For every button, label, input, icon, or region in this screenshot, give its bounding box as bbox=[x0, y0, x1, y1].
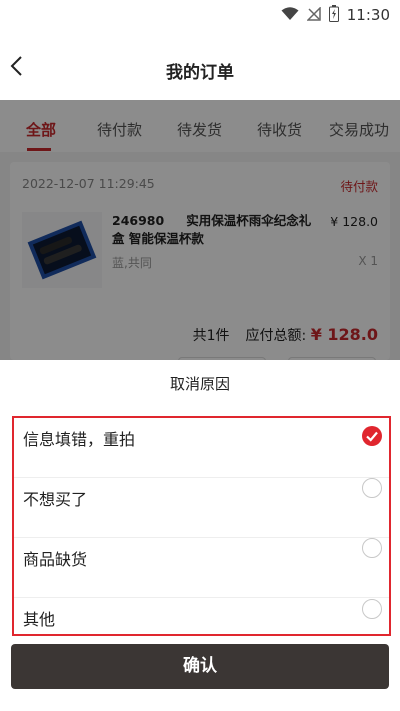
sheet-title: 取消原因 bbox=[169, 375, 230, 393]
reason-label: 不想买了 bbox=[23, 490, 88, 509]
status-time: 11:30 bbox=[346, 6, 390, 24]
reason-option-other[interactable]: 其他 bbox=[14, 598, 389, 634]
wifi-icon bbox=[281, 6, 299, 25]
page-title: 我的订单 bbox=[166, 63, 234, 83]
modal-overlay[interactable] bbox=[0, 100, 400, 360]
reason-option-dont-want[interactable]: 不想买了 bbox=[14, 478, 389, 538]
radio-unchecked-icon[interactable] bbox=[362, 478, 382, 498]
reason-label: 其他 bbox=[23, 610, 56, 629]
radio-unchecked-icon[interactable] bbox=[362, 538, 382, 558]
radio-unchecked-icon[interactable] bbox=[362, 599, 382, 619]
reason-label: 信息填错，重拍 bbox=[23, 430, 136, 449]
app-header: 我的订单 bbox=[0, 30, 400, 100]
cancel-reason-options: 信息填错，重拍 不想买了 商品缺货 其他 bbox=[12, 416, 391, 636]
confirm-button[interactable]: 确认 bbox=[11, 644, 389, 689]
radio-checked-icon[interactable] bbox=[362, 426, 382, 446]
signal-off-icon bbox=[305, 5, 321, 25]
reason-option-out-of-stock[interactable]: 商品缺货 bbox=[14, 538, 389, 598]
battery-charging-icon bbox=[328, 4, 339, 26]
status-bar: 11:30 bbox=[0, 0, 400, 30]
cancel-reason-sheet: 取消原因 信息填错，重拍 不想买了 商品缺货 其他 确认 bbox=[0, 360, 400, 711]
reason-option-wrong-info[interactable]: 信息填错，重拍 bbox=[14, 418, 389, 478]
reason-label: 商品缺货 bbox=[23, 550, 88, 569]
